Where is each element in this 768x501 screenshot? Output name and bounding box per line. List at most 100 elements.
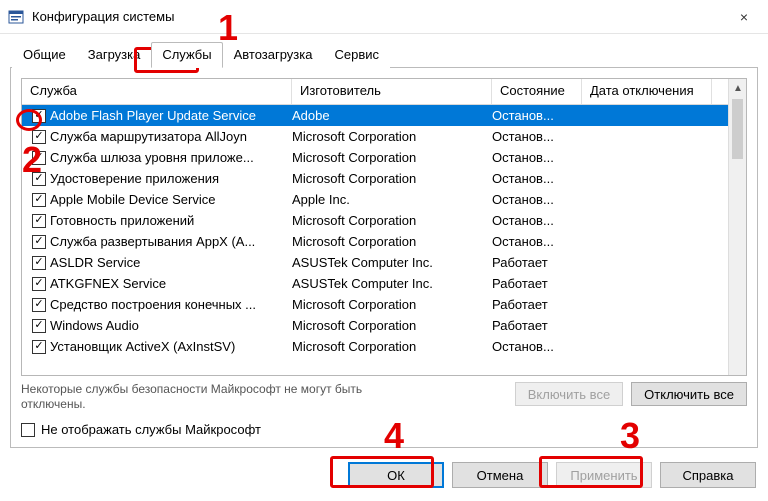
cell-manufacturer: Microsoft Corporation (292, 213, 492, 228)
cell-manufacturer: Microsoft Corporation (292, 297, 492, 312)
row-checkbox[interactable]: ✓ (22, 340, 50, 354)
tab-general[interactable]: Общие (12, 42, 77, 68)
row-checkbox[interactable]: ✓ (22, 109, 50, 123)
titlebar: Конфигурация системы × (0, 0, 768, 34)
cell-state: Останов... (492, 192, 582, 207)
col-date-disabled[interactable]: Дата отключения (582, 79, 712, 104)
cell-manufacturer: Microsoft Corporation (292, 339, 492, 354)
checkmark-icon: ✓ (32, 277, 46, 291)
table-row[interactable]: ✓ Средство построения конечных ...Microso… (22, 294, 746, 315)
hide-ms-label: Не отображать службы Майкрософт (41, 422, 261, 437)
cell-service: ATKGFNEX Service (50, 276, 292, 291)
cell-manufacturer: Microsoft Corporation (292, 171, 492, 186)
checkmark-icon: ✓ (32, 214, 46, 228)
row-checkbox[interactable]: ✓ (22, 172, 50, 186)
cell-state: Останов... (492, 171, 582, 186)
checkmark-icon: ✓ (32, 193, 46, 207)
cell-state: Останов... (492, 129, 582, 144)
cell-state: Останов... (492, 234, 582, 249)
row-checkbox[interactable]: ✓ (22, 256, 50, 270)
row-checkbox[interactable]: ✓ (22, 319, 50, 333)
row-checkbox[interactable]: ✓ (22, 277, 50, 291)
checkmark-icon: ✓ (32, 256, 46, 270)
cell-service: ASLDR Service (50, 255, 292, 270)
cell-state: Работает (492, 276, 582, 291)
table-row[interactable]: ✓ Готовность приложенийMicrosoft Corporat… (22, 210, 746, 231)
tab-panel: Служба Изготовитель Состояние Дата отклю… (10, 67, 758, 448)
row-checkbox[interactable]: ✓ (22, 193, 50, 207)
checkmark-icon: ✓ (32, 340, 46, 354)
row-checkbox[interactable]: ✓ (22, 130, 50, 144)
checkmark-icon: ✓ (32, 235, 46, 249)
close-icon: × (740, 9, 748, 25)
tab-services[interactable]: Службы (151, 42, 222, 68)
row-checkbox[interactable]: ✓ (22, 235, 50, 249)
vertical-scrollbar[interactable]: ▲ (728, 79, 746, 375)
cell-service: Windows Audio (50, 318, 292, 333)
cell-manufacturer: Microsoft Corporation (292, 318, 492, 333)
cell-service: Служба шлюза уровня приложе... (50, 150, 292, 165)
close-button[interactable]: × (722, 2, 766, 32)
cell-manufacturer: ASUSTek Computer Inc. (292, 255, 492, 270)
table-row[interactable]: ✓ Служба развертывания AppX (A...Microsof… (22, 231, 746, 252)
cell-manufacturer: Microsoft Corporation (292, 234, 492, 249)
dialog-button-row: ОК Отмена Применить Справка (10, 462, 758, 488)
cell-state: Останов... (492, 213, 582, 228)
checkmark-icon: ✓ (32, 298, 46, 312)
table-row[interactable]: ✓ Windows AudioMicrosoft CorporationРабот… (22, 315, 746, 336)
disable-all-button[interactable]: Отключить все (631, 382, 747, 406)
cell-service: Adobe Flash Player Update Service (50, 108, 292, 123)
below-list-row: Некоторые службы безопасности Майкрософт… (21, 382, 747, 412)
services-list[interactable]: Служба Изготовитель Состояние Дата отклю… (21, 78, 747, 376)
window-title: Конфигурация системы (32, 9, 722, 24)
table-row[interactable]: ✓Adobe Flash Player Update ServiceAdobeО… (22, 105, 746, 126)
cell-service: Удостоверение приложения (50, 171, 292, 186)
cell-service: Готовность приложений (50, 213, 292, 228)
table-row[interactable]: ✓Служба шлюза уровня приложе...Microsoft… (22, 147, 746, 168)
help-button[interactable]: Справка (660, 462, 756, 488)
table-row[interactable]: ✓Служба маршрутизатора AllJoynMicrosoft … (22, 126, 746, 147)
col-state[interactable]: Состояние (492, 79, 582, 104)
col-manufacturer[interactable]: Изготовитель (292, 79, 492, 104)
checkbox-icon (21, 423, 35, 437)
tab-startup[interactable]: Автозагрузка (223, 42, 324, 68)
cell-service: Средство построения конечных ... (50, 297, 292, 312)
security-note: Некоторые службы безопасности Майкрософт… (21, 382, 401, 412)
apply-button[interactable]: Применить (556, 462, 652, 488)
cell-manufacturer: Apple Inc. (292, 192, 492, 207)
cell-state: Останов... (492, 150, 582, 165)
cell-service: Служба развертывания AppX (A... (50, 234, 292, 249)
table-row[interactable]: ✓ Apple Mobile Device ServiceApple Inc.Ос… (22, 189, 746, 210)
cell-service: Apple Mobile Device Service (50, 192, 292, 207)
row-checkbox[interactable]: ✓ (22, 298, 50, 312)
tab-strip: Общие Загрузка Службы Автозагрузка Серви… (10, 42, 758, 68)
table-row[interactable]: ✓ ASLDR ServiceASUSTek Computer Inc.Работ… (22, 252, 746, 273)
app-icon (8, 9, 24, 25)
table-row[interactable]: ✓Удостоверение приложенияMicrosoft Corpo… (22, 168, 746, 189)
enable-all-button[interactable]: Включить все (515, 382, 623, 406)
scroll-up-icon[interactable]: ▲ (729, 79, 747, 97)
tab-tools[interactable]: Сервис (323, 42, 390, 68)
cancel-button[interactable]: Отмена (452, 462, 548, 488)
table-row[interactable]: ✓ Установщик ActiveX (AxInstSV)Microsoft … (22, 336, 746, 357)
cell-state: Работает (492, 318, 582, 333)
dialog-content: Общие Загрузка Службы Автозагрузка Серви… (0, 34, 768, 498)
hide-ms-checkbox[interactable]: Не отображать службы Майкрософт (21, 422, 747, 437)
cell-manufacturer: ASUSTek Computer Inc. (292, 276, 492, 291)
row-checkbox[interactable]: ✓ (22, 151, 50, 165)
table-row[interactable]: ✓ ATKGFNEX ServiceASUSTek Computer Inc.Ра… (22, 273, 746, 294)
col-service[interactable]: Служба (22, 79, 292, 104)
cell-state: Работает (492, 297, 582, 312)
ok-button[interactable]: ОК (348, 462, 444, 488)
cell-service: Установщик ActiveX (AxInstSV) (50, 339, 292, 354)
tab-boot[interactable]: Загрузка (77, 42, 152, 68)
cell-state: Работает (492, 255, 582, 270)
cell-state: Останов... (492, 339, 582, 354)
list-header: Служба Изготовитель Состояние Дата отклю… (22, 79, 746, 105)
checkmark-icon: ✓ (32, 319, 46, 333)
cell-manufacturer: Microsoft Corporation (292, 129, 492, 144)
row-checkbox[interactable]: ✓ (22, 214, 50, 228)
scroll-thumb[interactable] (732, 99, 743, 159)
cell-state: Останов... (492, 108, 582, 123)
checkmark-icon: ✓ (32, 130, 46, 144)
